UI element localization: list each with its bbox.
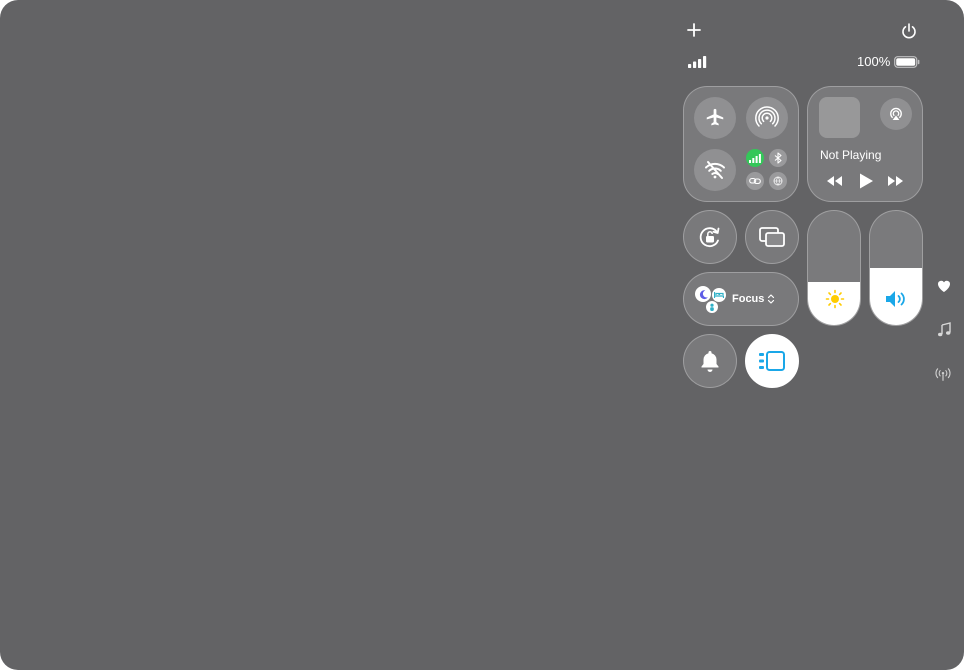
volume-slider[interactable] bbox=[869, 210, 923, 326]
power-icon[interactable] bbox=[900, 22, 918, 40]
wifi-off-icon bbox=[705, 161, 725, 179]
now-playing-status: Not Playing bbox=[820, 148, 882, 162]
rewind-icon[interactable] bbox=[824, 174, 844, 188]
airplay-button[interactable] bbox=[880, 98, 912, 130]
vpn-globe-icon bbox=[773, 176, 783, 186]
battery-icon bbox=[894, 56, 920, 68]
sleep-icon bbox=[712, 288, 726, 302]
hotspot-link-icon bbox=[749, 177, 761, 185]
personal-hotspot-button[interactable] bbox=[746, 172, 764, 190]
antenna-icon[interactable] bbox=[935, 367, 951, 383]
brightness-slider[interactable] bbox=[807, 210, 861, 326]
speaker-icon bbox=[886, 291, 905, 307]
person-icon bbox=[706, 301, 718, 313]
focus-label: Focus bbox=[732, 293, 765, 305]
wifi-button[interactable] bbox=[694, 149, 736, 191]
music-note-icon[interactable] bbox=[936, 322, 952, 338]
orientation-lock-button[interactable] bbox=[683, 210, 737, 264]
moon-icon bbox=[695, 286, 711, 302]
airdrop-button[interactable] bbox=[746, 97, 788, 139]
bluetooth-button[interactable] bbox=[769, 149, 787, 167]
sun-icon bbox=[825, 289, 845, 309]
airplane-mode-button[interactable] bbox=[694, 97, 736, 139]
screen-mirroring-button[interactable] bbox=[745, 210, 799, 264]
play-icon[interactable] bbox=[857, 172, 875, 190]
plus-icon[interactable] bbox=[686, 22, 702, 38]
stage-manager-button[interactable] bbox=[745, 334, 799, 388]
screen-mirroring-icon bbox=[759, 227, 785, 247]
airdrop-icon bbox=[755, 106, 779, 127]
airplane-icon bbox=[706, 108, 724, 126]
control-center: 100% Not Playing Focus bbox=[0, 0, 964, 670]
vpn-button[interactable] bbox=[769, 172, 787, 190]
bluetooth-icon bbox=[774, 152, 782, 164]
cellular-bars-icon bbox=[749, 153, 761, 163]
airplay-audio-icon bbox=[890, 107, 902, 120]
stage-manager-icon bbox=[759, 351, 785, 371]
cellular-signal-icon bbox=[688, 56, 707, 68]
chevron-up-down-icon bbox=[767, 294, 775, 304]
bell-icon bbox=[701, 351, 719, 372]
battery-percentage: 100% bbox=[857, 54, 891, 69]
album-artwork bbox=[819, 97, 860, 138]
heart-icon[interactable] bbox=[936, 278, 952, 294]
cellular-data-button[interactable] bbox=[746, 149, 764, 167]
rotation-lock-icon bbox=[699, 227, 720, 247]
silent-mode-button[interactable] bbox=[683, 334, 737, 388]
fast-forward-icon[interactable] bbox=[886, 174, 906, 188]
